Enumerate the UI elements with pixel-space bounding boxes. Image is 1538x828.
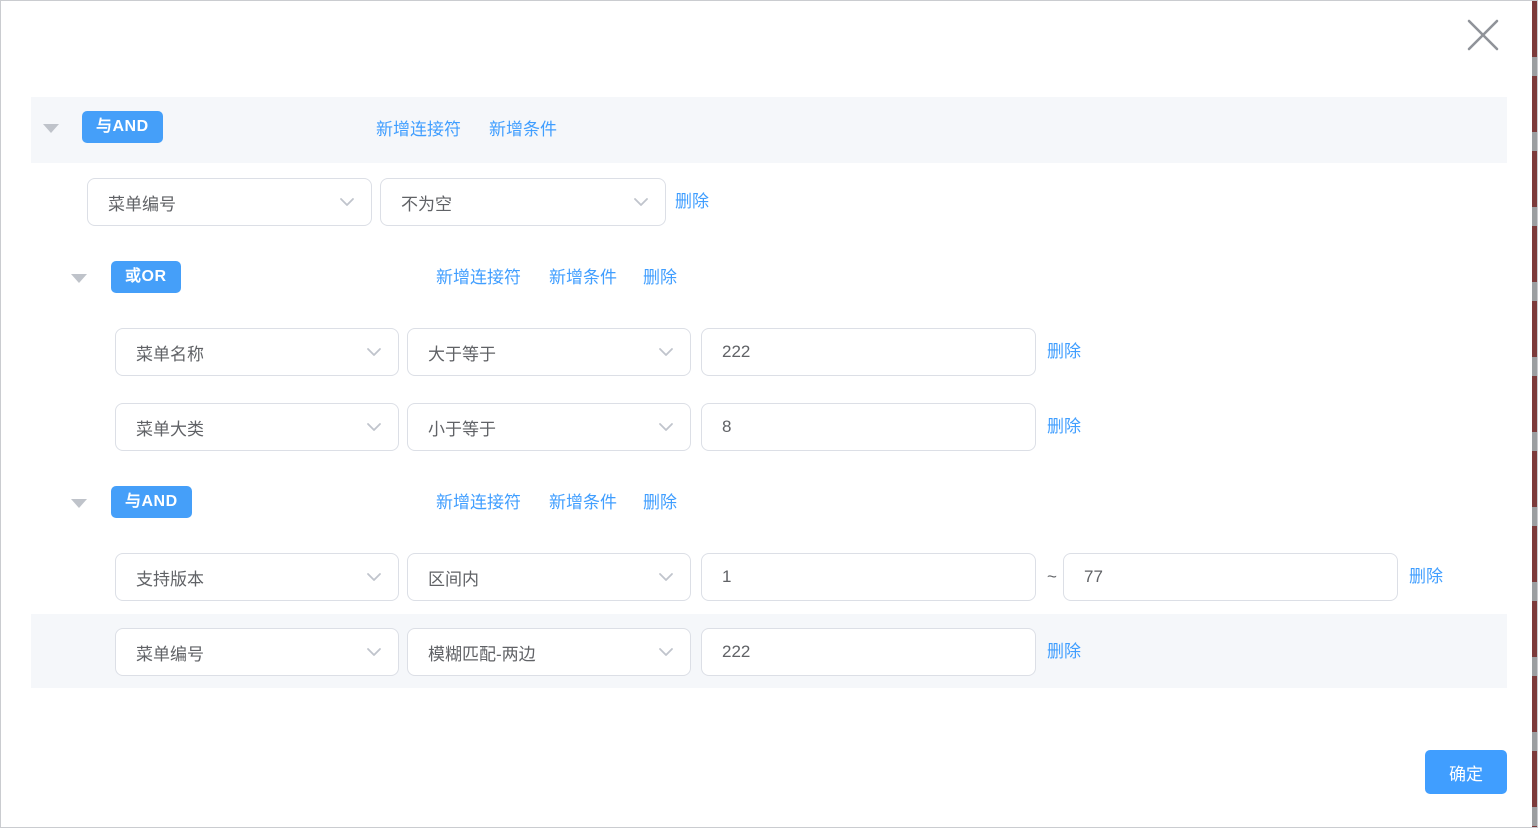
chevron-down-icon [633, 197, 649, 207]
group-header-root [31, 97, 1507, 163]
chevron-down-icon [658, 422, 674, 432]
range-separator: ~ [1041, 564, 1063, 590]
add-connector-link-and[interactable]: 新增连接符 [436, 490, 521, 516]
add-condition-link-and[interactable]: 新增条件 [549, 490, 617, 516]
chevron-down-icon [658, 347, 674, 357]
delete-group-link-or[interactable]: 删除 [643, 265, 677, 291]
field-select[interactable]: 菜单编号 [87, 178, 372, 226]
operator-select[interactable]: 区间内 [407, 553, 691, 601]
field-select-value: 支持版本 [136, 565, 204, 590]
operator-select-value: 大于等于 [428, 340, 496, 365]
page-edge-stripe [1532, 1, 1538, 828]
operator-select-value: 不为空 [401, 190, 452, 215]
add-condition-link-or[interactable]: 新增条件 [549, 265, 617, 291]
collapse-caret-icon[interactable] [43, 124, 59, 133]
collapse-caret-icon[interactable] [71, 499, 87, 508]
range-end-input[interactable] [1063, 553, 1398, 601]
delete-condition-link[interactable]: 删除 [675, 189, 709, 215]
operator-select-value: 区间内 [428, 565, 479, 590]
field-select[interactable]: 菜单大类 [115, 403, 399, 451]
connector-badge-or[interactable]: 或OR [111, 261, 181, 293]
delete-condition-link[interactable]: 删除 [1047, 339, 1081, 365]
operator-select[interactable]: 不为空 [380, 178, 666, 226]
condition-builder-dialog: 与AND 新增连接符 新增条件 菜单编号 不为空 删除 或OR 新增连接符 新增… [0, 0, 1538, 828]
chevron-down-icon [366, 347, 382, 357]
value-input[interactable] [701, 403, 1036, 451]
field-select[interactable]: 支持版本 [115, 553, 399, 601]
chevron-down-icon [658, 572, 674, 582]
delete-group-link-and[interactable]: 删除 [643, 490, 677, 516]
operator-select[interactable]: 模糊匹配-两边 [407, 628, 691, 676]
collapse-caret-icon[interactable] [71, 274, 87, 283]
field-select-value: 菜单名称 [136, 340, 204, 365]
field-select-value: 菜单大类 [136, 415, 204, 440]
delete-condition-link[interactable]: 删除 [1047, 639, 1081, 665]
operator-select[interactable]: 小于等于 [407, 403, 691, 451]
chevron-down-icon [366, 572, 382, 582]
chevron-down-icon [366, 422, 382, 432]
confirm-button[interactable]: 确定 [1425, 750, 1507, 794]
operator-select-value: 模糊匹配-两边 [428, 640, 536, 665]
value-input[interactable] [701, 628, 1036, 676]
value-input[interactable] [701, 328, 1036, 376]
connector-badge-and[interactable]: 与AND [111, 486, 192, 518]
range-start-input[interactable] [701, 553, 1036, 601]
chevron-down-icon [658, 647, 674, 657]
delete-condition-link[interactable]: 删除 [1409, 564, 1443, 590]
chevron-down-icon [366, 647, 382, 657]
connector-badge-root[interactable]: 与AND [82, 111, 163, 143]
field-select-value: 菜单编号 [108, 190, 176, 215]
delete-condition-link[interactable]: 删除 [1047, 414, 1081, 440]
operator-select-value: 小于等于 [428, 415, 496, 440]
add-connector-link-or[interactable]: 新增连接符 [436, 265, 521, 291]
close-icon [1465, 17, 1501, 53]
chevron-down-icon [339, 197, 355, 207]
close-button[interactable] [1463, 15, 1503, 55]
field-select[interactable]: 菜单名称 [115, 328, 399, 376]
operator-select[interactable]: 大于等于 [407, 328, 691, 376]
add-connector-link-root[interactable]: 新增连接符 [376, 117, 461, 143]
field-select[interactable]: 菜单编号 [115, 628, 399, 676]
add-condition-link-root[interactable]: 新增条件 [489, 117, 557, 143]
field-select-value: 菜单编号 [136, 640, 204, 665]
